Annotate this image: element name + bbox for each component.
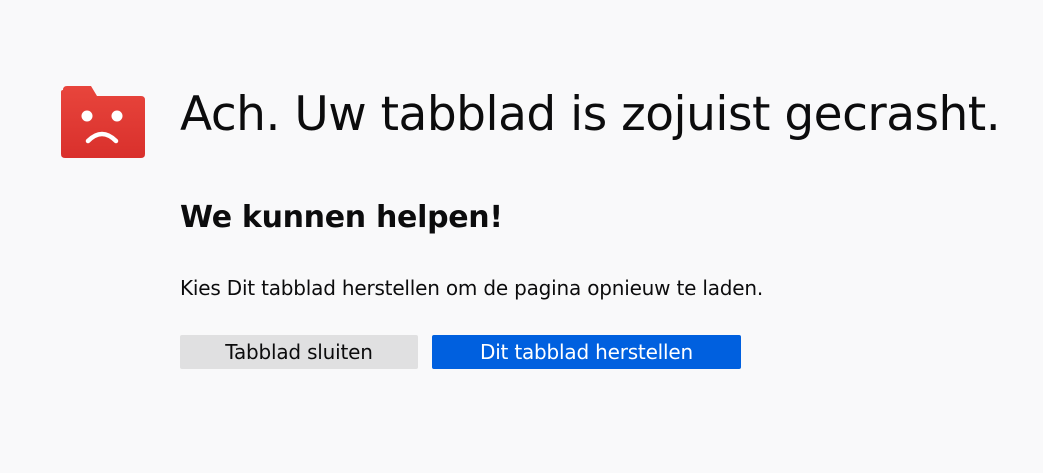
- help-description: Kies Dit tabblad herstellen om de pagina…: [180, 276, 764, 300]
- help-heading: We kunnen helpen!: [180, 200, 503, 235]
- page-title: Ach. Uw tabblad is zojuist gecrasht.: [180, 87, 1001, 142]
- tab-crashed-page: Ach. Uw tabblad is zojuist gecrasht. We …: [0, 0, 1043, 473]
- sad-tab-folder-icon: [61, 86, 145, 158]
- restore-tab-button[interactable]: Dit tabblad herstellen: [432, 335, 741, 369]
- close-tab-button[interactable]: Tabblad sluiten: [180, 335, 418, 369]
